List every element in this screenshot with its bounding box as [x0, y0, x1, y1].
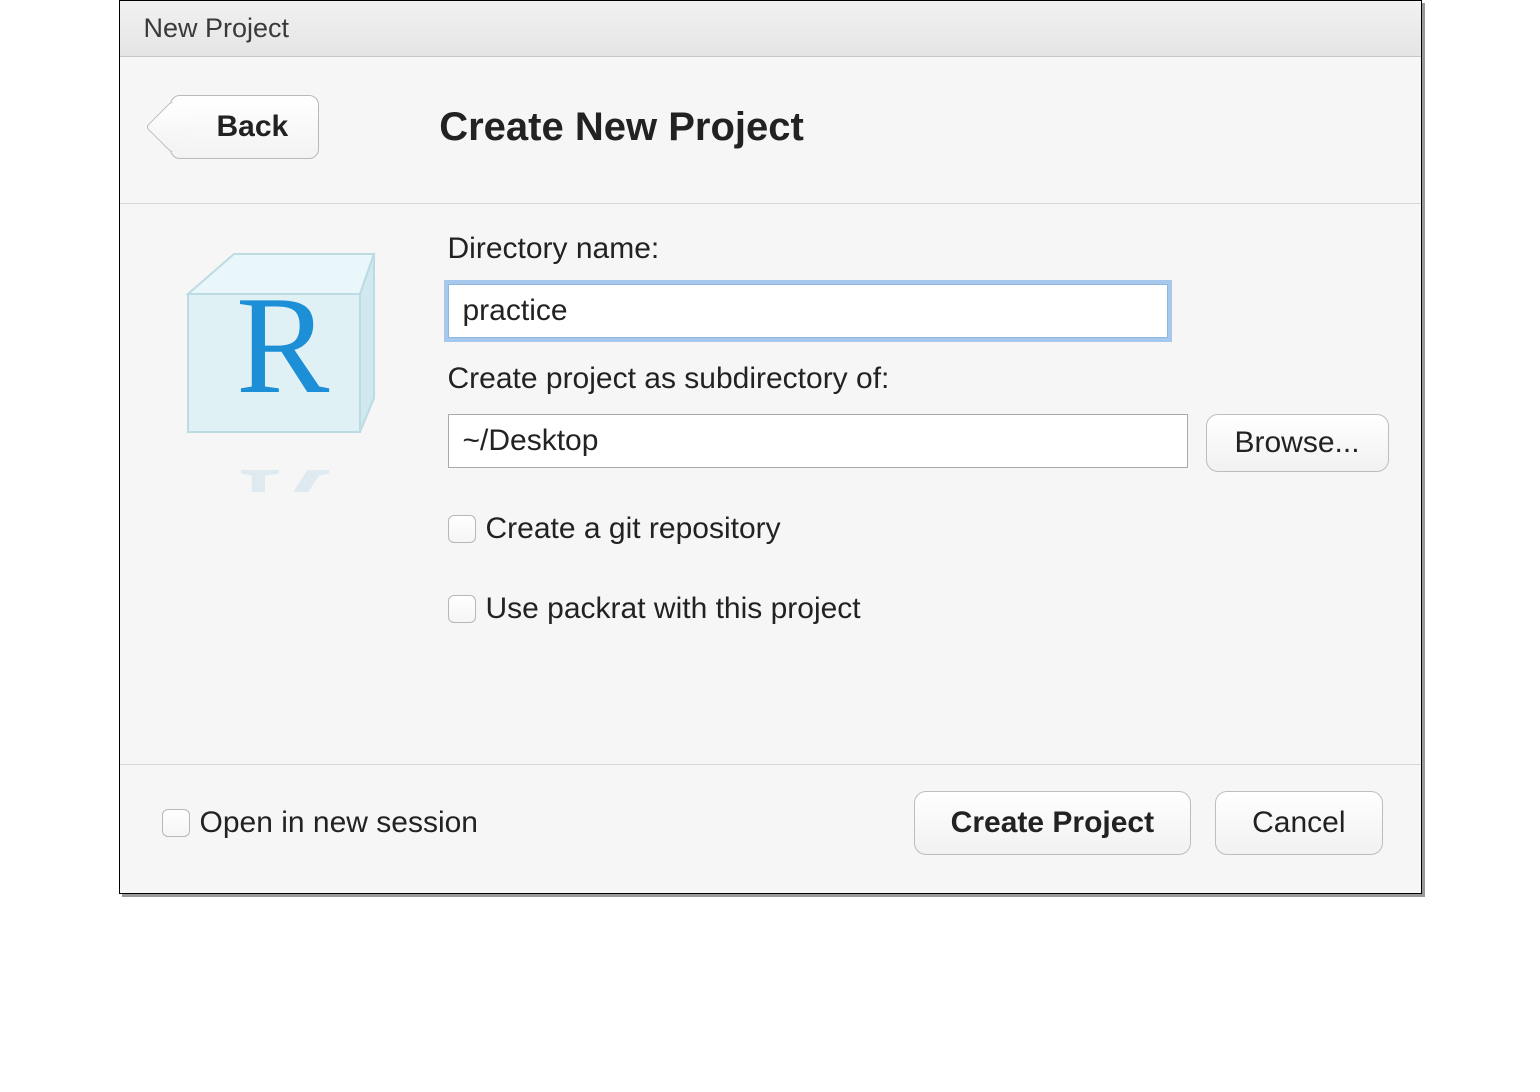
svg-text:R: R	[236, 268, 330, 423]
dialog-footer: Open in new session Create Project Cance…	[120, 764, 1421, 893]
form: Directory name: Create project as subdir…	[448, 232, 1389, 724]
footer-actions: Create Project Cancel	[914, 791, 1383, 855]
git-repo-checkbox[interactable]	[448, 515, 476, 543]
footer-left: Open in new session	[162, 806, 914, 840]
directory-name-input[interactable]	[448, 284, 1168, 338]
svg-text:R: R	[236, 439, 330, 492]
packrat-row: Use packrat with this project	[448, 592, 1389, 626]
git-repo-label[interactable]: Create a git repository	[486, 512, 781, 546]
r-project-cube-icon: R R	[164, 232, 384, 492]
subdirectory-label: Create project as subdirectory of:	[448, 362, 1389, 396]
new-project-dialog: New Project Back Create New Project R R	[119, 0, 1422, 894]
cancel-button[interactable]: Cancel	[1215, 791, 1382, 855]
dialog-header: Back Create New Project	[120, 57, 1421, 204]
create-project-button[interactable]: Create Project	[914, 791, 1191, 855]
subdirectory-row: Browse...	[448, 414, 1389, 472]
packrat-label[interactable]: Use packrat with this project	[486, 592, 861, 626]
page-title: Create New Project	[439, 105, 804, 150]
browse-button[interactable]: Browse...	[1206, 414, 1389, 472]
open-new-session-label[interactable]: Open in new session	[200, 806, 479, 840]
open-new-session-checkbox[interactable]	[162, 809, 190, 837]
directory-name-label: Directory name:	[448, 232, 1389, 266]
back-button[interactable]: Back	[170, 95, 320, 159]
dialog-body: R R Directory name: Create project as su…	[120, 204, 1421, 764]
subdirectory-input[interactable]	[448, 414, 1188, 468]
window-title: New Project	[120, 1, 1421, 57]
packrat-checkbox[interactable]	[448, 595, 476, 623]
git-repo-row: Create a git repository	[448, 512, 1389, 546]
